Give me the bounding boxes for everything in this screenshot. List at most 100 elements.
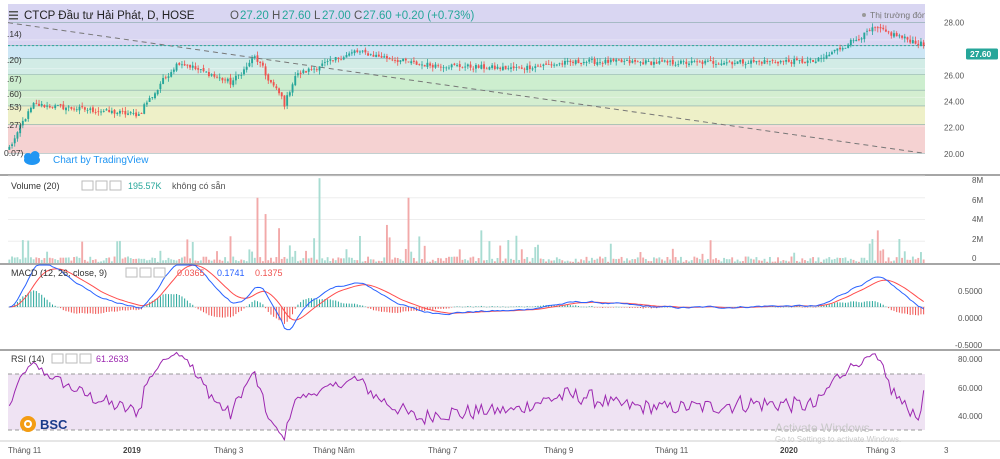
candle [596, 62, 599, 65]
time-tick: Tháng 3 [214, 446, 244, 455]
candle [825, 55, 828, 59]
candle [696, 61, 699, 63]
macd-histogram-bar [844, 302, 846, 307]
volume-bar [431, 259, 434, 263]
volume-bar [345, 249, 348, 263]
price-tick: 20.00 [944, 150, 965, 159]
volume-bar [132, 258, 135, 263]
volume-bar [229, 236, 232, 263]
candle [21, 120, 24, 126]
volume-bar [839, 257, 841, 263]
price-pane[interactable]: CTCP Đầu tư Hải Phát, D, HOSE O 27.20 H … [7, 4, 949, 166]
price-axis[interactable]: 28.00 26.00 24.00 22.00 20.00 27.60 [925, 4, 1000, 162]
candle [118, 110, 121, 114]
candle [426, 62, 429, 67]
volume-bar [278, 228, 280, 263]
candle [121, 110, 124, 112]
candle [97, 111, 100, 113]
macd-histogram-bar [799, 306, 801, 307]
volume-bar [78, 257, 81, 263]
volume-bar [29, 257, 32, 263]
macd-histogram-bar [863, 301, 865, 307]
candle [744, 64, 747, 66]
macd-histogram-bar [219, 307, 221, 318]
candle [329, 59, 332, 61]
volume-bar [777, 257, 779, 263]
macd-histogram-bar [294, 307, 296, 309]
volume-bar [151, 257, 154, 263]
stock-chart[interactable]: CTCP Đầu tư Hải Phát, D, HOSE O 27.20 H … [0, 0, 1000, 459]
volume-bar [251, 251, 254, 263]
volume-bar [477, 258, 480, 263]
macd-histogram-bar [184, 298, 186, 307]
candle [202, 67, 205, 72]
macd-histogram-bar [157, 298, 159, 307]
volume-bar [852, 259, 855, 263]
candle [361, 50, 364, 52]
volume-bar [634, 259, 637, 263]
candle [588, 59, 591, 62]
candle [561, 63, 564, 65]
volume-bar [758, 260, 761, 263]
candle [760, 62, 763, 64]
menu-icon[interactable] [9, 11, 18, 20]
macd-histogram-bar [97, 307, 99, 314]
volume-title: Volume (20) [11, 181, 60, 191]
volume-tick: 8M [972, 176, 983, 185]
macd-histogram-bar [594, 307, 596, 308]
macd-histogram-bar [518, 306, 520, 307]
candle [831, 52, 833, 55]
volume-bar [731, 257, 734, 263]
signal-value: 0.1375 [255, 268, 283, 278]
macd-histogram-bar [300, 302, 302, 307]
macd-histogram-bar [774, 306, 776, 308]
fib-band [8, 105, 925, 125]
macd-histogram-bar [631, 307, 633, 308]
candle [46, 105, 49, 107]
volume-bar [100, 261, 102, 263]
macd-histogram-bar [351, 303, 353, 307]
price-tick: 24.00 [944, 98, 965, 107]
macd-histogram-bar [38, 293, 40, 307]
volume-bar [40, 259, 43, 263]
volume-bar [337, 257, 340, 263]
time-tick: Tháng Năm [313, 446, 355, 455]
volume-tick: 0 [972, 254, 977, 263]
volume-bar [501, 261, 504, 263]
volume-bar [240, 259, 243, 263]
volume-bar [270, 257, 272, 263]
macd-histogram-bar [615, 306, 617, 308]
candle [849, 39, 852, 46]
candle [709, 60, 712, 62]
macd-histogram-bar [211, 307, 213, 316]
candle [83, 107, 86, 110]
candle [421, 64, 423, 66]
macd-histogram-bar [68, 307, 70, 312]
macd-tick: -0.5000 [955, 341, 983, 350]
candle [682, 61, 685, 63]
volume-bar [626, 258, 628, 263]
volume-bar [512, 259, 515, 263]
volume-bar [844, 257, 847, 263]
candle [210, 74, 213, 76]
volume-bar [814, 261, 817, 263]
volume-bar [526, 257, 529, 263]
volume-bar [183, 256, 186, 263]
candle [162, 77, 165, 84]
candle [806, 60, 809, 63]
time-tick: 3 [944, 446, 949, 455]
macd-histogram-bar [437, 307, 439, 309]
macd-histogram-bar [607, 307, 609, 308]
candle [704, 60, 707, 64]
candle [423, 65, 426, 67]
volume-bar [744, 256, 747, 263]
candle [135, 112, 138, 117]
candle [178, 62, 181, 65]
volume-bar [464, 259, 467, 263]
macd-histogram-bar [92, 307, 94, 314]
volume-bar [779, 261, 782, 263]
candle [766, 60, 769, 62]
volume-bar [831, 259, 833, 263]
macd-histogram-bar [265, 307, 267, 309]
candle [914, 40, 917, 44]
